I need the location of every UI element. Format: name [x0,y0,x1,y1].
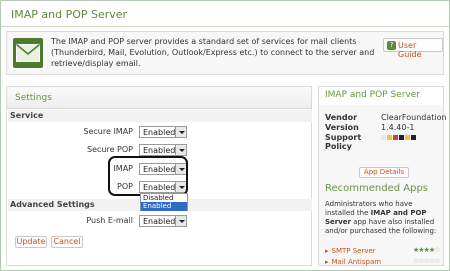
chevron-down-icon [175,145,186,155]
rating-stars: ★★★★☆ [413,246,440,254]
support-level-swatch [405,135,410,140]
version-label: Version [325,123,359,132]
intro-box: The IMAP and POP server provides a stand… [6,31,444,75]
support-level-swatch [399,135,404,140]
cancel-button[interactable]: Cancel [51,236,83,248]
secure-imap-value: Enabled [143,128,176,137]
sidebar-header: IMAP and POP Server [319,87,443,105]
recommended-apps-text: Administrators who have installed the IM… [325,200,437,235]
recommended-app-link[interactable]: ▸ Mail Antispam [325,258,381,266]
version-value: 1.4.40-1 [381,123,415,132]
secure-pop-value: Enabled [143,146,176,155]
support-level-swatch [393,135,398,140]
policy-label: Policy [325,142,352,151]
secure-pop-label: Secure POP [87,145,133,154]
secure-pop-select[interactable]: Enabled [139,144,187,156]
service-section-label: Service [10,111,44,120]
push-email-select[interactable]: Enabled [139,215,187,227]
rating-stars: ☆☆☆☆☆ [413,257,440,265]
chevron-down-icon [175,127,186,137]
user-guide-button[interactable]: ? User Guide [383,38,443,59]
pop-dropdown-list[interactable]: Disabled Enabled [140,193,188,211]
support-level-swatch [381,135,386,140]
push-email-value: Enabled [143,217,176,226]
support-level-swatch [387,135,392,140]
advanced-section-label: Advanced Settings [10,200,95,209]
user-guide-label: User Guide [398,41,422,59]
help-icon: ? [387,41,396,50]
settings-title: Settings [15,93,52,103]
app-details-button[interactable]: App Details [359,167,409,178]
recommended-app-link[interactable]: ▸ SMTP Server [325,247,376,255]
recommended-apps-title: Recommended Apps [325,183,429,194]
support-level-swatch [411,135,416,140]
vendor-label: Vendor [325,113,358,122]
dropdown-option-enabled[interactable]: Enabled [141,202,187,211]
app-info-sidebar: IMAP and POP Server Vendor ClearFoundati… [318,86,447,266]
update-button[interactable]: Update [15,236,47,248]
app-description: The IMAP and POP server provides a stand… [51,37,375,68]
support-label: Support [325,133,362,142]
chevron-down-icon [175,216,186,226]
sidebar-title: IMAP and POP Server [325,90,420,100]
mail-envelope-icon [13,38,43,68]
push-email-label: Push E-mail [86,216,133,225]
secure-imap-label: Secure IMAP [83,127,133,136]
settings-header: Settings [7,87,311,109]
page-title-bar: IMAP and POP Server [1,1,449,27]
page-title: IMAP and POP Server [11,8,128,21]
service-section-row [8,110,312,122]
vendor-value: ClearFoundation [381,113,447,122]
secure-imap-select[interactable]: Enabled [139,126,187,138]
highlight-outline [108,156,188,196]
